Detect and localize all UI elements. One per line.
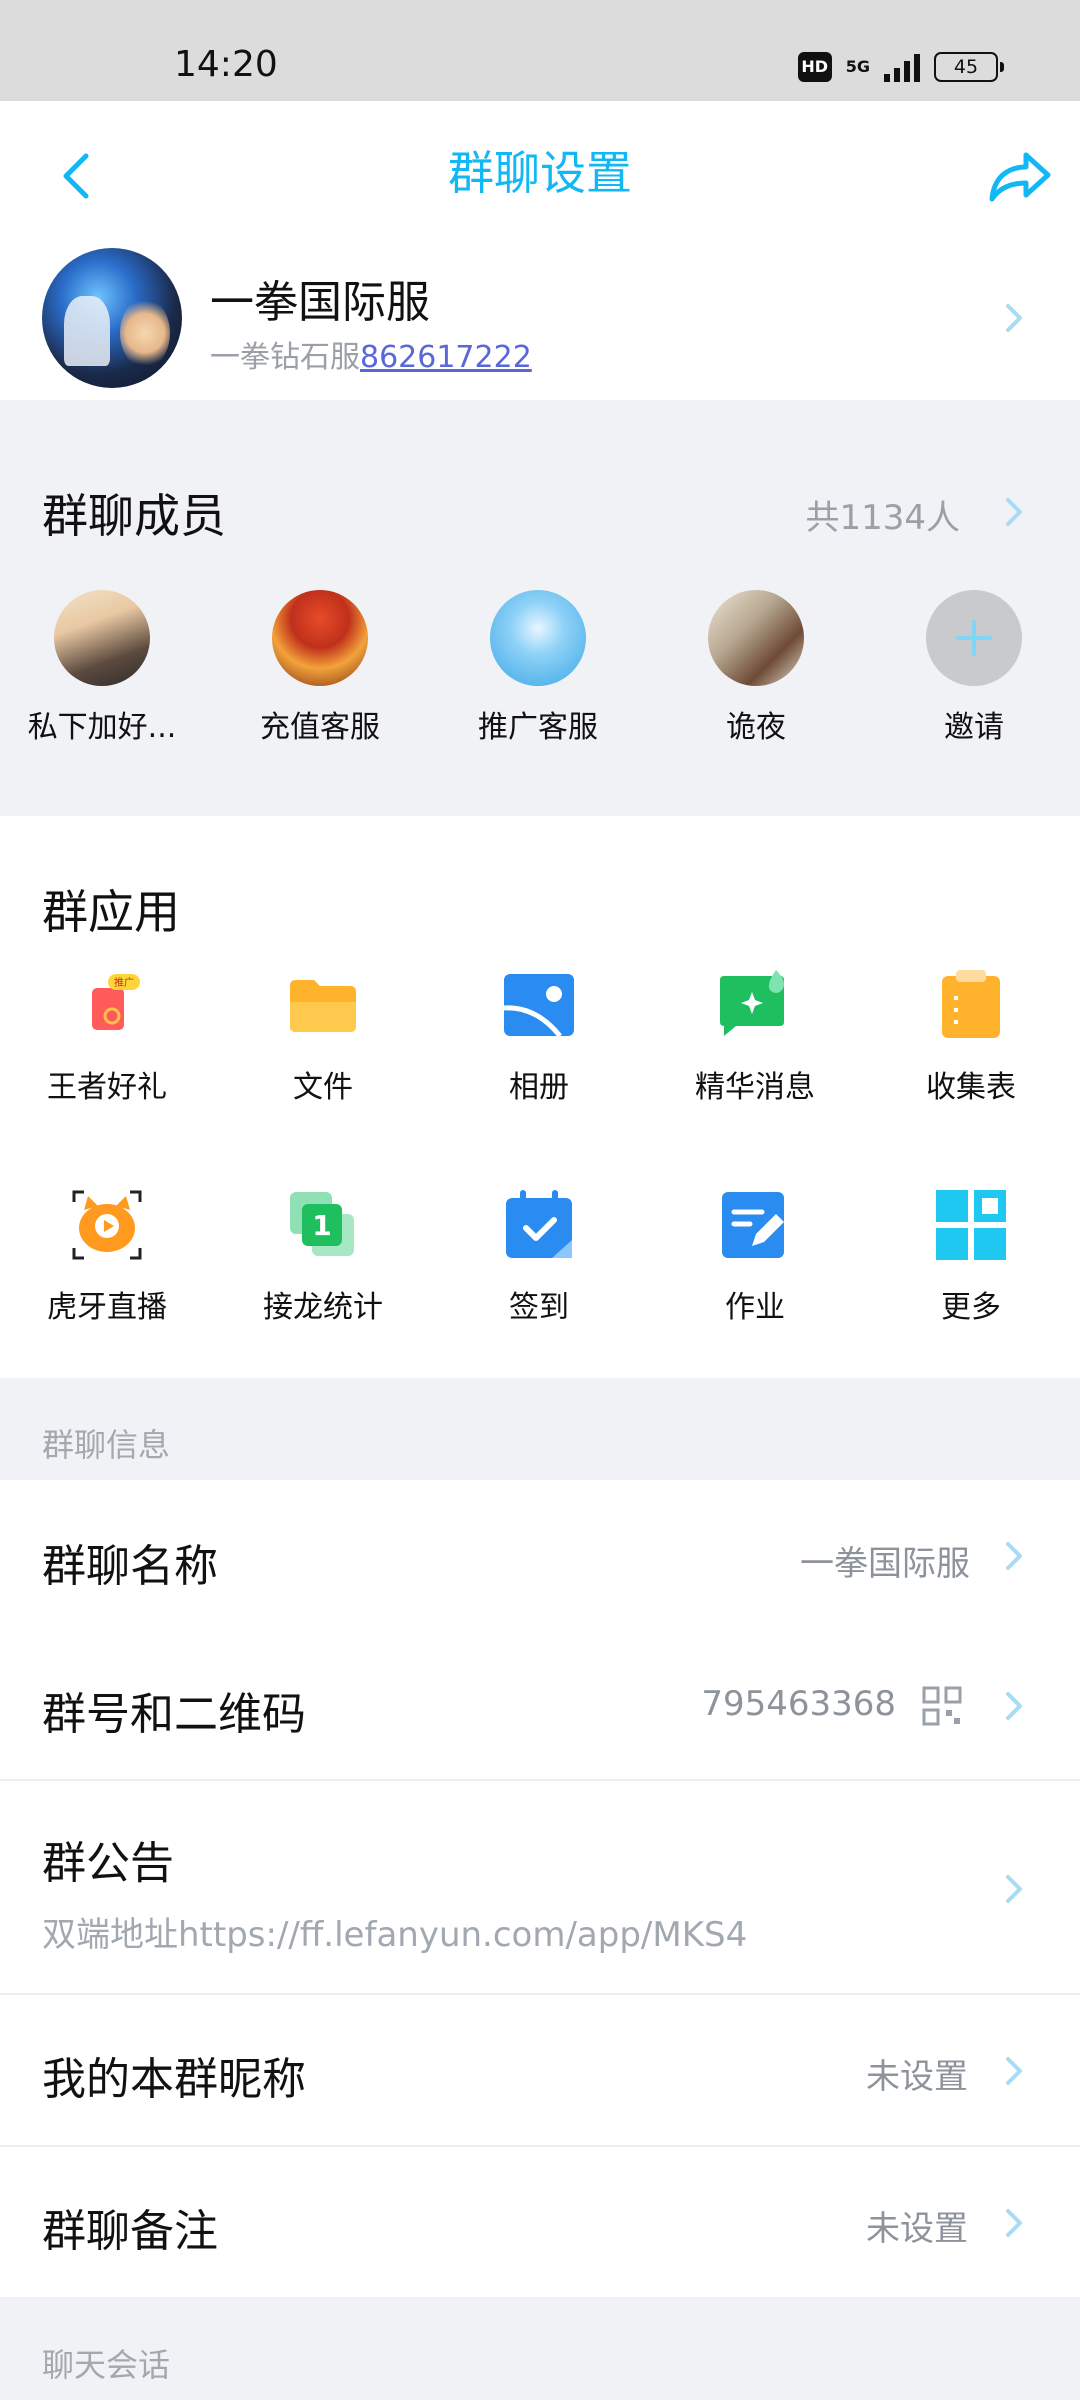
- chevron-right-icon: [1006, 1875, 1022, 1903]
- chevron-right-icon: [1006, 1542, 1022, 1570]
- app-album[interactable]: 相册: [449, 968, 629, 1106]
- qr-code-icon: [922, 1686, 962, 1726]
- app-checkin[interactable]: 签到: [449, 1188, 629, 1326]
- share-icon[interactable]: [982, 141, 1054, 213]
- app-label: 相册: [509, 1070, 569, 1105]
- invite-label: 邀请: [944, 710, 1004, 745]
- app-label: 作业: [725, 1290, 785, 1325]
- app-files[interactable]: 文件: [233, 968, 413, 1106]
- grid-icon: [934, 1188, 1008, 1262]
- row-label: 群聊名称: [42, 1541, 218, 1592]
- folder-icon: [286, 968, 360, 1042]
- member-item[interactable]: 诡夜: [681, 590, 831, 746]
- hd-icon: HD: [797, 52, 832, 82]
- row-label: 我的本群昵称: [42, 2054, 306, 2105]
- row-value: 未设置: [866, 2057, 968, 2097]
- relay-icon: 1: [286, 1188, 360, 1262]
- group-avatar: [42, 248, 182, 388]
- app-label: 签到: [509, 1290, 569, 1325]
- album-icon: [502, 968, 576, 1042]
- members-title: 群聊成员: [42, 489, 226, 543]
- member-avatar: [490, 590, 586, 686]
- group-subtitle-prefix: 一拳钻石服: [210, 340, 360, 375]
- app-huya-live[interactable]: 虎牙直播: [17, 1188, 197, 1326]
- app-collection-form[interactable]: 收集表: [881, 968, 1061, 1106]
- member-name: 充值客服: [260, 710, 380, 745]
- chevron-right-icon: [1006, 1692, 1022, 1720]
- member-item[interactable]: 推广客服: [463, 590, 613, 746]
- chevron-right-icon[interactable]: [1000, 492, 1028, 532]
- member-avatar: [272, 590, 368, 686]
- member-name: 诡夜: [726, 710, 786, 745]
- network-type: 5G: [845, 57, 870, 76]
- row-group-notice[interactable]: 群公告 双端地址https://ff.lefanyun.com/app/MKS4: [0, 1781, 1080, 1993]
- section-group-info: 群聊信息: [42, 1426, 171, 1464]
- app-homework[interactable]: 作业: [665, 1188, 845, 1326]
- members-section: 群聊成员 共1134人 私下加好... 充值客服 推广客服 诡夜 邀请: [0, 400, 1080, 816]
- relay-badge-text: 1: [312, 1209, 331, 1242]
- group-profile-card[interactable]: 一拳国际服 一拳钻石服862617222: [0, 236, 1080, 400]
- clipboard-icon: [934, 968, 1008, 1042]
- member-item[interactable]: 充值客服: [245, 590, 395, 746]
- group-subtitle: 一拳钻石服862617222: [210, 332, 532, 376]
- app-label: 文件: [293, 1070, 353, 1105]
- row-value: 一拳国际服: [800, 1544, 970, 1584]
- status-icons: HD 5G 45: [797, 50, 1004, 84]
- row-label: 群聊备注: [42, 2206, 218, 2257]
- app-label: 王者好礼: [47, 1070, 167, 1105]
- app-label: 更多: [941, 1290, 1001, 1325]
- huya-icon: [70, 1188, 144, 1262]
- row-label: 群公告: [42, 1838, 174, 1889]
- app-label: 虎牙直播: [47, 1290, 167, 1325]
- member-avatar: [54, 590, 150, 686]
- chevron-right-icon: [1006, 2209, 1022, 2237]
- group-apps-section: 群应用 推广 王者好礼 文件 相册 精华消息 收集表 虎牙直播 1 接龙统计 签…: [0, 816, 1080, 1378]
- member-item[interactable]: 私下加好...: [27, 590, 177, 746]
- section-chat-sessions: 聊天会话: [42, 2346, 171, 2384]
- page-title: 群聊设置: [448, 146, 632, 200]
- app-essence-messages[interactable]: 精华消息: [665, 968, 845, 1106]
- gift-icon: 推广: [70, 968, 144, 1042]
- invite-button[interactable]: 邀请: [899, 590, 1049, 746]
- row-label: 群号和二维码: [42, 1689, 306, 1740]
- row-value: 795463368: [701, 1684, 896, 1724]
- row-value: 未设置: [866, 2209, 968, 2249]
- status-time: 14:20: [174, 44, 278, 85]
- notice-preview: 双端地址https://ff.lefanyun.com/app/MKS4: [42, 1915, 748, 1955]
- member-name: 推广客服: [478, 710, 598, 745]
- calendar-check-icon: [502, 1188, 576, 1262]
- member-name: 私下加好...: [27, 710, 177, 745]
- row-group-name[interactable]: 群聊名称 一拳国际服: [0, 1480, 1080, 1630]
- essence-icon: [718, 968, 792, 1042]
- app-wangzhe-gift[interactable]: 推广 王者好礼: [17, 968, 197, 1106]
- group-number-link[interactable]: 862617222: [360, 340, 532, 375]
- app-label: 精华消息: [695, 1070, 815, 1105]
- gift-badge-text: 推广: [114, 976, 134, 989]
- status-bar: 14:20 HD 5G 45: [0, 0, 1080, 101]
- app-label: 收集表: [926, 1070, 1016, 1105]
- chevron-right-icon: [1006, 304, 1022, 332]
- homework-icon: [718, 1188, 792, 1262]
- app-more[interactable]: 更多: [881, 1188, 1061, 1326]
- group-name: 一拳国际服: [210, 277, 430, 328]
- row-group-qr[interactable]: 群号和二维码 795463368: [0, 1630, 1080, 1780]
- nav-header: 群聊设置: [0, 101, 1080, 251]
- signal-icon: [884, 52, 920, 82]
- row-group-remark[interactable]: 群聊备注 未设置: [0, 2147, 1080, 2297]
- apps-title: 群应用: [42, 885, 180, 939]
- app-relay-stats[interactable]: 1 接龙统计: [233, 1188, 413, 1326]
- members-count[interactable]: 共1134人: [805, 490, 960, 539]
- row-my-nickname[interactable]: 我的本群昵称 未设置: [0, 1995, 1080, 2145]
- chevron-right-icon: [1006, 2057, 1022, 2085]
- app-label: 接龙统计: [263, 1290, 383, 1325]
- plus-icon: [926, 590, 1022, 686]
- battery-icon: 45: [934, 52, 1004, 82]
- member-avatar: [708, 590, 804, 686]
